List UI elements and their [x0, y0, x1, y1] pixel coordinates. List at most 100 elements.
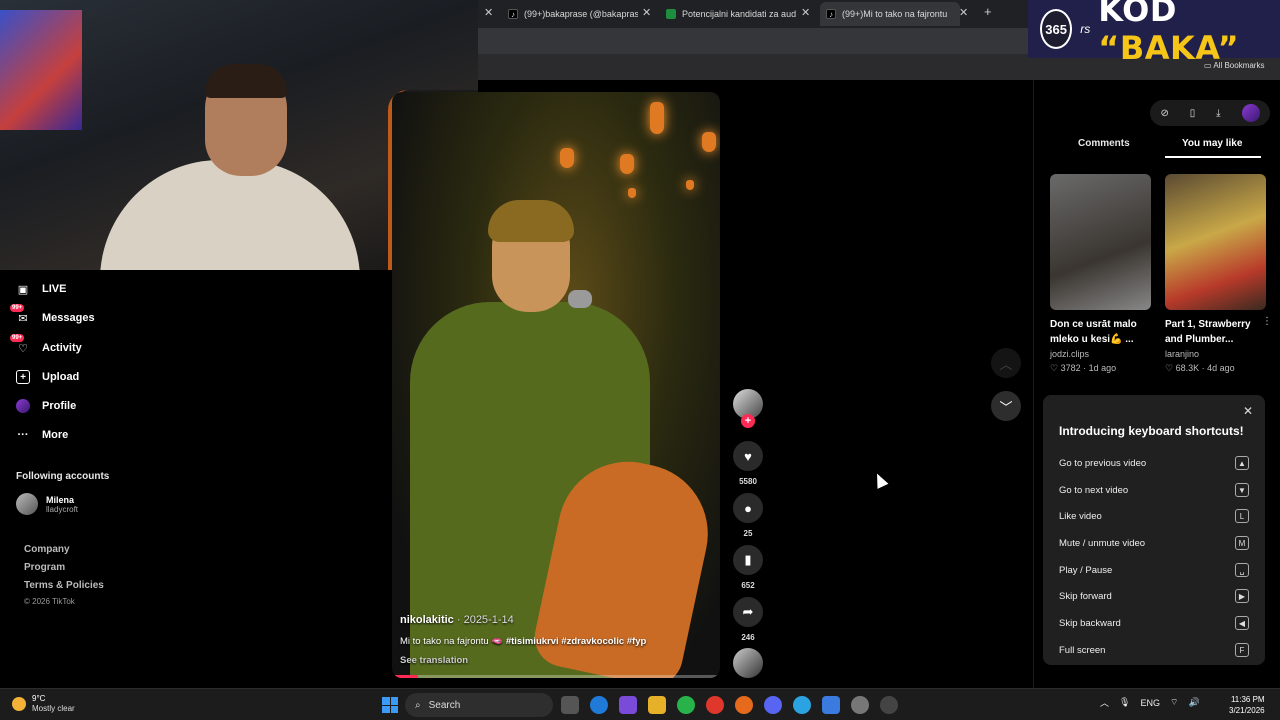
taskbar-search[interactable]: ⌕ Search [405, 693, 553, 717]
following-account[interactable]: Milena lladycroft [16, 493, 78, 515]
footer-link-company[interactable]: Company [24, 544, 70, 555]
video-thumbnail[interactable] [1050, 174, 1151, 310]
compass-icon[interactable]: ⊘ [1160, 108, 1168, 119]
lamp [620, 154, 634, 174]
sidebar-item-label: Profile [42, 400, 77, 412]
comment-action[interactable]: ● 25 [733, 493, 763, 538]
browser-tab-3-active[interactable]: ♪ (99+)Mi to tako na fajrontu [820, 2, 960, 26]
firefox-icon[interactable] [735, 696, 753, 714]
heart-icon[interactable]: ♥ [733, 441, 763, 471]
sidebar-item-activity[interactable]: ♡ 99+ Activity [10, 334, 82, 355]
streamer-body [100, 160, 360, 270]
share-action[interactable]: ➦ 246 [733, 597, 763, 642]
tab-comments[interactable]: Comments [1078, 138, 1130, 149]
like-action[interactable]: ♥ 5580 [733, 441, 763, 486]
lamp [650, 102, 664, 134]
notification-badge: 99+ [10, 334, 25, 342]
wifi-icon[interactable]: ⌔ [1170, 697, 1178, 708]
sidebar-item-profile[interactable]: Profile [16, 399, 76, 413]
task-view-icon[interactable] [561, 696, 579, 714]
footer-link-terms[interactable]: Terms & Policies [24, 580, 104, 591]
sidebar-item-more[interactable]: ··· More [16, 428, 69, 442]
suggested-video-card[interactable]: Part 1, Strawberry and Plumber... laranj… [1165, 174, 1272, 374]
edge-icon[interactable] [590, 696, 608, 714]
next-video-button[interactable]: ﹀ [991, 391, 1021, 421]
download-icon[interactable]: ⤓ [1216, 108, 1220, 119]
shortcut-row: Play / Pause ␣ [1059, 562, 1249, 578]
close-icon[interactable]: ✕ [484, 6, 493, 19]
video-player[interactable]: nikolakitic · 2025-1-14 Mi to tako na fa… [392, 92, 720, 678]
folder-icon[interactable] [648, 696, 666, 714]
logo-suffix: rs [1080, 22, 1091, 36]
shortcut-row: Full screen F [1059, 642, 1249, 658]
popup-title: Introducing keyboard shortcuts! [1059, 424, 1244, 438]
card-author[interactable]: laranjino [1165, 349, 1266, 359]
sidebar-item-upload[interactable]: + Upload [16, 370, 79, 384]
video-thumbnail[interactable] [1165, 174, 1266, 310]
weather-temp: 9°C [32, 694, 46, 703]
close-icon[interactable]: ✕ [1243, 404, 1253, 418]
copilot-icon[interactable] [619, 696, 637, 714]
weather-widget[interactable]: 9°C Mostly clear [12, 694, 75, 713]
sidebar-item-live[interactable]: ▣ LIVE [16, 282, 67, 296]
video-progress-bar[interactable] [392, 675, 720, 678]
comment-icon[interactable]: ● [733, 493, 763, 523]
footer-link-program[interactable]: Program [24, 562, 65, 573]
windows-start-icon[interactable] [382, 697, 398, 713]
browser-tab-1[interactable]: ♪ (99+)bakaprase (@bakaprase) | [508, 4, 638, 24]
brand-banner: 365 rs KOD “BAKA” [1028, 0, 1280, 67]
browser-tab-2[interactable]: Potencijalni kandidati za audicij [666, 4, 796, 24]
user-avatar[interactable] [1241, 104, 1260, 122]
card-title: Part 1, Strawberry and Plumber... [1165, 319, 1251, 345]
see-translation-link[interactable]: See translation [400, 655, 700, 666]
arrow-left-key-icon: ◀ [1235, 616, 1249, 630]
bookmark-icon[interactable]: ▮ [733, 545, 763, 575]
next-creator-avatar[interactable] [733, 648, 763, 678]
share-icon[interactable]: ➦ [733, 597, 763, 627]
address-bar[interactable] [478, 28, 1028, 54]
shortcut-row: Skip backward ◀ [1059, 615, 1249, 631]
close-icon[interactable]: ✕ [642, 6, 651, 19]
account-handle: lladycroft [46, 504, 79, 514]
avatar [16, 493, 38, 515]
chevron-up-icon[interactable]: ︿ [1100, 696, 1109, 709]
mic-icon[interactable]: 🎙 [1119, 697, 1130, 708]
shortcut-row: Go to next video ▼ [1059, 482, 1249, 498]
previous-video-button[interactable]: ︿ [991, 348, 1021, 378]
shortcut-row: Like video L [1059, 508, 1249, 524]
app-icon[interactable] [880, 696, 898, 714]
settings-icon[interactable] [851, 696, 869, 714]
card-title: Don ce usrāt malo mleko u kesi💪 ... [1050, 319, 1137, 345]
space-key-icon: ␣ [1235, 563, 1249, 577]
taskbar-clock[interactable]: 11:36 PM 3/21/2026 [1229, 694, 1265, 716]
save-action[interactable]: ▮ 652 [733, 545, 763, 590]
arrow-right-key-icon: ▶ [1235, 589, 1249, 603]
phone-icon[interactable]: ▯ [1190, 108, 1196, 119]
tab-you-may-like[interactable]: You may like [1182, 138, 1242, 149]
caption-hashtags[interactable]: #tisimiukrvi #zdravkocolic #fyp [506, 636, 646, 647]
sidebar-item-messages[interactable]: ✉ 99+ Messages [10, 304, 95, 325]
lamp [686, 180, 694, 190]
chrome-icon[interactable] [706, 696, 724, 714]
discord-icon[interactable] [764, 696, 782, 714]
singer-hair [488, 200, 574, 242]
telegram-icon[interactable] [793, 696, 811, 714]
l-key-icon: L [1235, 509, 1249, 523]
follow-plus-button[interactable]: + [741, 414, 755, 428]
tab-label: (99+)bakaprase (@bakaprase) | [524, 9, 638, 19]
search-label: Search [428, 699, 461, 711]
close-icon[interactable]: ✕ [959, 6, 968, 19]
notepad-icon[interactable] [822, 696, 840, 714]
volume-icon[interactable]: 🔊 [1188, 697, 1199, 708]
panel-toolbar: ⊘ ▯ ⤓ [1150, 100, 1270, 126]
whatsapp-icon[interactable] [677, 696, 695, 714]
video-author[interactable]: nikolakitic · 2025-1-14 [400, 614, 700, 626]
new-tab-icon[interactable]: + [984, 4, 992, 19]
mouse-cursor [871, 471, 889, 489]
suggested-video-card[interactable]: Don ce usrāt malo mleko u kesi💪 ... jodz… [1050, 174, 1151, 374]
keyboard-shortcuts-popup: ✕ Introducing keyboard shortcuts! Go to … [1043, 395, 1265, 665]
language-indicator[interactable]: ENG [1140, 698, 1160, 708]
card-author[interactable]: jodzi.clips [1050, 349, 1151, 359]
close-icon[interactable]: ✕ [801, 6, 810, 19]
more-options-icon[interactable]: ⋮ [1262, 316, 1272, 327]
